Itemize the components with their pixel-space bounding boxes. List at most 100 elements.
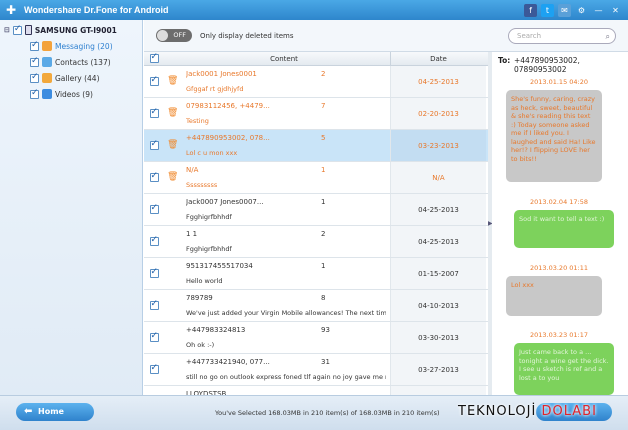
table-row[interactable]: Jack0007 Jones0007... 1 Fgghigrfbhhdf 04-25… <box>144 194 488 226</box>
selection-status: You've Selected 168.03MB in 210 item(s) … <box>215 409 440 417</box>
message-timestamp: 2013.02.04 17:58 <box>529 198 588 206</box>
title-controls: f t ✉ ⚙ — ✕ <box>524 3 622 17</box>
row-contact: 789789 <box>186 294 213 302</box>
videos-checkbox[interactable] <box>30 88 39 99</box>
message-timestamp: 2013.03.23 01:17 <box>529 331 588 339</box>
row-checkbox[interactable] <box>149 235 159 246</box>
row-count: 2 <box>321 70 326 78</box>
toggle-label: Only display deleted items <box>200 31 294 40</box>
watermark-part1: TEKNOLOJİ <box>458 404 537 419</box>
device-checkbox[interactable] <box>12 24 22 35</box>
device-node[interactable]: ⊟ SAMSUNG GT-I9001 <box>0 22 142 38</box>
home-button[interactable]: ⬅ Home <box>16 403 94 421</box>
sidebar-item-messaging[interactable]: Messaging (20) <box>0 38 142 54</box>
row-checkbox[interactable] <box>149 299 159 310</box>
app-title: Wondershare Dr.Fone for Android <box>24 5 169 15</box>
messages-table: Content Date 🗑 Jack0001 Jones0001 2 Gfggaf … <box>144 52 488 395</box>
row-count: 31 <box>321 358 330 366</box>
collapse-icon[interactable]: ⊟ <box>4 26 10 34</box>
table-row[interactable]: 🗑 +447890953002, 078... 5 Lol c u mon xxx 03… <box>144 130 488 162</box>
row-preview: We've just added your Virgin Mobile allo… <box>186 309 386 317</box>
search-icon[interactable]: ⌕ <box>606 30 610 44</box>
row-checkbox[interactable] <box>149 107 159 118</box>
row-contact: N/A <box>186 166 199 174</box>
incoming-message-bubble: She's funny, caring, crazy as heck, swee… <box>506 90 602 182</box>
app-logo-icon: ✚ <box>5 3 17 17</box>
sidebar-item-videos[interactable]: Videos (9) <box>0 86 142 102</box>
message-timestamp: 2013.01.15 04:20 <box>529 78 588 86</box>
row-preview: Hello world <box>186 277 223 285</box>
row-contact: +447890953002, 078... <box>186 134 270 142</box>
date-column-header[interactable]: Date <box>390 52 486 65</box>
gallery-icon <box>42 73 52 83</box>
row-checkbox[interactable] <box>149 363 159 374</box>
table-row[interactable]: 🗑 N/A 1 Sssssssss N/A <box>144 162 488 194</box>
row-contact: Jack0001 Jones0001 <box>186 70 257 78</box>
row-date: N/A <box>390 162 486 193</box>
chat-bubble-icon <box>42 41 52 51</box>
sidebar-item-contacts[interactable]: Contacts (137) <box>0 54 142 70</box>
row-count: 1 <box>321 198 326 206</box>
row-date: 03-30-2013 <box>390 322 486 353</box>
row-preview: Testing <box>186 117 209 125</box>
search-input[interactable]: Search ⌕ <box>508 28 616 44</box>
row-preview: Fgghigrfbhhdf <box>186 213 232 221</box>
row-date: 02-20-2013 <box>390 98 486 129</box>
search-placeholder: Search <box>517 32 542 40</box>
deleted-only-toggle[interactable]: OFF <box>156 29 192 42</box>
device-name: SAMSUNG GT-I9001 <box>34 25 117 35</box>
watermark-part2: DOLABI <box>541 404 597 419</box>
table-row[interactable]: 789789 8 We've just added your Virgin Mobi… <box>144 290 488 322</box>
deleted-trash-icon: 🗑 <box>167 140 179 150</box>
home-label: Home <box>38 407 64 416</box>
table-row[interactable]: LLOYDSTSB <box>144 386 488 395</box>
row-preview: Oh ok :-) <box>186 341 215 349</box>
table-row[interactable]: 1 1 2 Fgghigrfbhhdf 04-25-2013 <box>144 226 488 258</box>
row-count: 1 <box>321 166 326 174</box>
sidebar-item-gallery[interactable]: Gallery (44) <box>0 70 142 86</box>
table-row[interactable]: +447983324813 93 Oh ok :-) 03-30-2013 <box>144 322 488 354</box>
settings-icon[interactable]: ⚙ <box>575 4 588 17</box>
sidebar-item-label: Messaging (20) <box>55 41 113 51</box>
row-checkbox[interactable] <box>149 331 159 342</box>
back-arrow-icon: ⬅ <box>24 406 33 417</box>
contacts-icon <box>42 57 52 67</box>
row-checkbox[interactable] <box>149 171 159 182</box>
sidebar: ⊟ SAMSUNG GT-I9001 Messaging (20) Contac… <box>0 20 143 430</box>
table-row[interactable]: 🗑 07983112456, +4479... 7 Testing 02-20-2013 <box>144 98 488 130</box>
contacts-checkbox[interactable] <box>30 56 39 67</box>
minimize-icon[interactable]: — <box>592 4 605 17</box>
row-checkbox[interactable] <box>149 203 159 214</box>
row-count: 1 <box>321 262 326 270</box>
sidebar-item-label: Contacts (137) <box>55 57 111 67</box>
sidebar-item-label: Gallery (44) <box>55 73 100 83</box>
phone-icon <box>24 25 32 35</box>
row-checkbox[interactable] <box>149 267 159 278</box>
row-checkbox[interactable] <box>149 139 159 150</box>
row-date: 03-27-2013 <box>390 354 486 385</box>
table-row[interactable]: 🗑 Jack0001 Jones0001 2 Gfggaf rt gjdhjyfd 04… <box>144 66 488 98</box>
row-preview: still no go on outlook express foned tlf… <box>186 373 386 381</box>
gallery-checkbox[interactable] <box>30 72 39 83</box>
select-all-checkbox[interactable] <box>149 52 159 63</box>
content-column-header[interactable]: Content <box>178 52 390 65</box>
messaging-checkbox[interactable] <box>30 40 39 51</box>
twitter-icon[interactable]: t <box>541 3 554 17</box>
outgoing-message-bubble: Sod it want to tell a text :) <box>514 210 614 248</box>
table-row[interactable]: 951317455517034 1 Hello world 01-15-2007 <box>144 258 488 290</box>
table-row[interactable]: +447733421940, 077... 31 still no go on ou… <box>144 354 488 386</box>
row-contact: 951317455517034 <box>186 262 253 270</box>
facebook-icon[interactable]: f <box>524 3 537 17</box>
row-checkbox[interactable] <box>149 75 159 86</box>
to-label: To: <box>498 56 511 65</box>
close-icon[interactable]: ✕ <box>609 4 622 17</box>
row-preview: Sssssssss <box>186 181 218 189</box>
table-header: Content Date <box>144 52 488 66</box>
feedback-icon[interactable]: ✉ <box>558 3 571 17</box>
row-date: 04-25-2013 <box>390 194 486 225</box>
row-preview: Fgghigrfbhhdf <box>186 245 232 253</box>
row-contact: 07983112456, +4479... <box>186 102 270 110</box>
row-contact: Jack0007 Jones0007... <box>186 198 264 206</box>
sidebar-item-label: Videos (9) <box>55 89 93 99</box>
row-count: 93 <box>321 326 330 334</box>
